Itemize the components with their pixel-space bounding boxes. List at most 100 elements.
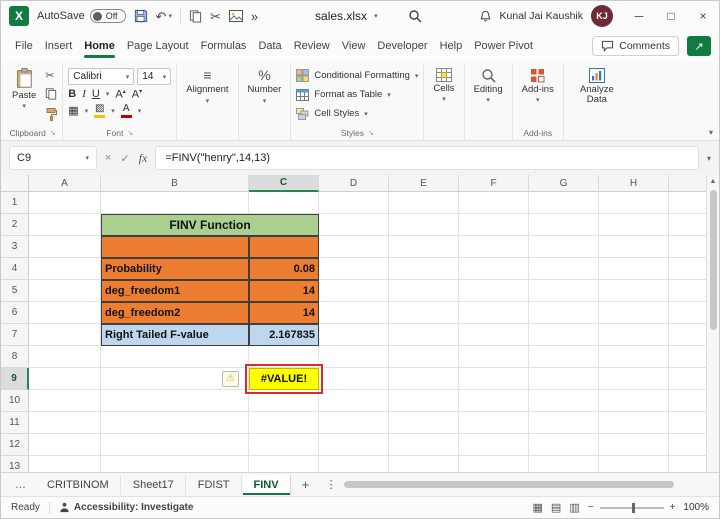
cell-A6[interactable] (29, 302, 101, 324)
cell-H11[interactable] (599, 412, 669, 434)
cell-D9[interactable] (319, 368, 389, 390)
filename-dropdown-icon[interactable]: ▾ (374, 12, 378, 20)
cell-F2[interactable] (459, 214, 529, 236)
cell-D2[interactable] (319, 214, 389, 236)
cell-G13[interactable] (529, 456, 599, 472)
tab-page-layout[interactable]: Page Layout (121, 34, 195, 58)
autosave-toggle[interactable]: AutoSave Off (37, 9, 126, 23)
sheet-tab-fdist[interactable]: FDIST (187, 474, 242, 495)
column-header-g[interactable]: G (529, 175, 599, 192)
tab-formulas[interactable]: Formulas (195, 34, 253, 58)
row-header-11[interactable]: 11 (1, 412, 29, 434)
row-header-7[interactable]: 7 (1, 324, 29, 346)
cell-C5[interactable]: 14 (249, 280, 319, 302)
font-name-select[interactable]: Calibri ▾ (68, 68, 135, 85)
cell-D5[interactable] (319, 280, 389, 302)
cell-B5[interactable]: deg_freedom1 (101, 280, 249, 302)
tab-file[interactable]: File (9, 34, 39, 58)
cell-E9[interactable] (389, 368, 459, 390)
cell-D4[interactable] (319, 258, 389, 280)
tab-data[interactable]: Data (252, 34, 287, 58)
user-name[interactable]: Kunal Jai Kaushik (500, 10, 583, 22)
cell-D12[interactable] (319, 434, 389, 456)
save-icon[interactable] (134, 9, 148, 23)
row-header-5[interactable]: 5 (1, 280, 29, 302)
cell-H9[interactable] (599, 368, 669, 390)
cell-H6[interactable] (599, 302, 669, 324)
zoom-level[interactable]: 100% (683, 502, 709, 513)
cell-D8[interactable] (319, 346, 389, 368)
cell-G5[interactable] (529, 280, 599, 302)
number-dropdown-icon[interactable]: ▾ (263, 98, 267, 106)
zoom-slider-knob[interactable] (631, 502, 635, 513)
row-header-9[interactable]: 9 (1, 368, 29, 390)
alignment-dropdown-icon[interactable]: ▾ (206, 98, 210, 106)
cell-G12[interactable] (529, 434, 599, 456)
horizontal-scrollbar[interactable] (343, 480, 703, 489)
cell-A8[interactable] (29, 346, 101, 368)
cell-B8[interactable] (101, 346, 249, 368)
format-as-table-dropdown-icon[interactable]: ▾ (387, 91, 391, 99)
cell-H5[interactable] (599, 280, 669, 302)
copy-icon[interactable] (189, 9, 202, 23)
page-break-view-button[interactable]: ▥ (569, 501, 579, 514)
cell-F13[interactable] (459, 456, 529, 472)
row-header-13[interactable]: 13 (1, 456, 29, 472)
cell-E4[interactable] (389, 258, 459, 280)
styles-dialog-launcher-icon[interactable]: ↘ (368, 129, 374, 137)
cell-D11[interactable] (319, 412, 389, 434)
paste-dropdown-icon[interactable]: ▾ (22, 103, 26, 111)
cell-B11[interactable] (101, 412, 249, 434)
font-color-dropdown-icon[interactable]: ▾ (138, 107, 142, 115)
search-icon[interactable] (408, 9, 422, 23)
cell-E3[interactable] (389, 236, 459, 258)
clipboard-dialog-launcher-icon[interactable]: ↘ (50, 129, 56, 137)
cell-B3[interactable] (101, 236, 249, 258)
editing-button[interactable]: Editing ▾ (470, 64, 507, 105)
user-avatar[interactable]: KJ (591, 5, 613, 27)
cell-F8[interactable] (459, 346, 529, 368)
cell-B9[interactable]: ⚠ (101, 368, 249, 390)
cell-E1[interactable] (389, 192, 459, 214)
column-header-d[interactable]: D (319, 175, 389, 192)
addins-button[interactable]: Add-ins ▾ (518, 64, 558, 105)
tab-power-pivot[interactable]: Power Pivot (468, 34, 539, 58)
borders-dropdown-icon[interactable]: ▾ (85, 107, 89, 115)
cell-H3[interactable] (599, 236, 669, 258)
undo-button[interactable]: ↶ ▾ (156, 10, 172, 23)
cell-B4[interactable]: Probability (101, 258, 249, 280)
cell-A13[interactable] (29, 456, 101, 472)
cell-A11[interactable] (29, 412, 101, 434)
page-layout-view-button[interactable]: ▤ (551, 501, 561, 514)
cell-G9[interactable] (529, 368, 599, 390)
zoom-in-button[interactable]: + (670, 502, 676, 513)
cell-E8[interactable] (389, 346, 459, 368)
cell-F5[interactable] (459, 280, 529, 302)
cell-C7[interactable]: 2.167835 (249, 324, 319, 346)
cell-E13[interactable] (389, 456, 459, 472)
cell-F12[interactable] (459, 434, 529, 456)
cell-F6[interactable] (459, 302, 529, 324)
cells-button[interactable]: Cells ▾ (429, 64, 458, 104)
cell-B13[interactable] (101, 456, 249, 472)
cancel-icon[interactable]: × (105, 152, 111, 164)
font-color-button[interactable]: A (120, 103, 132, 118)
cell-A9[interactable] (29, 368, 101, 390)
decrease-font-button[interactable]: A▾ (132, 88, 142, 101)
row-header-3[interactable]: 3 (1, 236, 29, 258)
cell-F11[interactable] (459, 412, 529, 434)
cell-G7[interactable] (529, 324, 599, 346)
tab-view[interactable]: View (336, 34, 372, 58)
conditional-formatting-dropdown-icon[interactable]: ▾ (415, 72, 419, 80)
column-header-c[interactable]: C (249, 175, 319, 192)
picture-icon[interactable] (228, 10, 243, 22)
formula-input[interactable]: =FINV("henry",14,13) (155, 146, 699, 170)
column-header-f[interactable]: F (459, 175, 529, 192)
sheet-tab-sheet17[interactable]: Sheet17 (122, 474, 186, 495)
cell-A4[interactable] (29, 258, 101, 280)
conditional-formatting-button[interactable]: Conditional Formatting ▾ (296, 66, 418, 85)
copy-icon[interactable] (45, 87, 57, 103)
enter-icon[interactable]: ✓ (120, 152, 129, 165)
format-painter-icon[interactable] (45, 108, 58, 124)
select-all-button[interactable] (1, 175, 29, 192)
